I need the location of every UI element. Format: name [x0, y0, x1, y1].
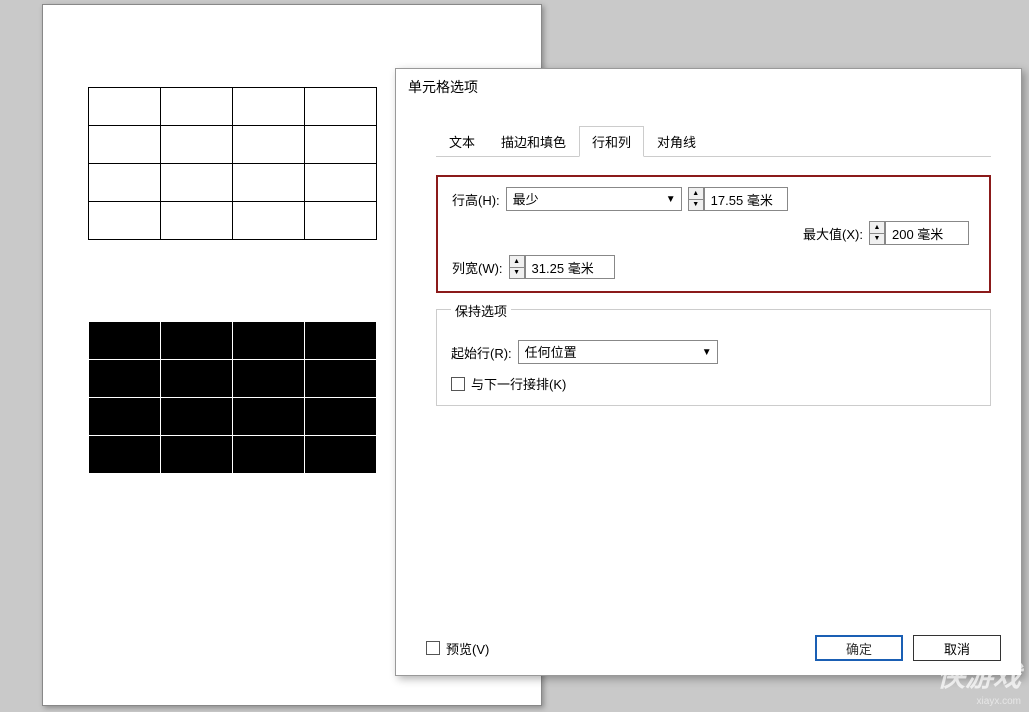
start-row-select[interactable]: 任何位置 [518, 340, 718, 364]
tab-diagonal[interactable]: 对角线 [644, 126, 709, 157]
sample-table-white [88, 87, 377, 240]
start-row-label: 起始行(R): [451, 343, 512, 362]
cell-options-dialog: 单元格选项 文本 描边和填色 行和列 对角线 行高(H): 最少 ▼ ▲▼ [395, 68, 1022, 676]
tabs: 文本 描边和填色 行和列 对角线 [436, 125, 991, 157]
ok-button[interactable]: 确定 [815, 635, 903, 661]
row-col-settings-highlight: 行高(H): 最少 ▼ ▲▼ 最大值(X): ▲▼ 列宽(W): ▲▼ [436, 175, 991, 293]
preview-checkbox[interactable] [426, 641, 440, 655]
dialog-title: 单元格选项 [396, 69, 1021, 105]
row-height-label: 行高(H): [452, 190, 500, 209]
tab-rows-cols[interactable]: 行和列 [579, 126, 644, 157]
row-height-input[interactable] [704, 187, 788, 211]
watermark-site: xiayx.com [937, 695, 1021, 708]
cancel-button[interactable]: 取消 [913, 635, 1001, 661]
col-width-spinner[interactable]: ▲▼ [509, 255, 525, 279]
sample-table-black [88, 321, 377, 474]
max-value-spinner[interactable]: ▲▼ [869, 221, 885, 245]
keep-options-group: 保持选项 起始行(R): 任何位置 ▼ 与下一行接排(K) [436, 309, 991, 406]
col-width-input[interactable] [525, 255, 615, 279]
row-height-spinner[interactable]: ▲▼ [688, 187, 704, 211]
max-value-input[interactable] [885, 221, 969, 245]
preview-label: 预览(V) [446, 639, 489, 658]
tab-stroke-fill[interactable]: 描边和填色 [488, 126, 579, 157]
col-width-label: 列宽(W): [452, 258, 503, 277]
keep-next-row-label: 与下一行接排(K) [471, 374, 566, 393]
tab-text[interactable]: 文本 [436, 126, 488, 157]
keep-options-legend: 保持选项 [451, 301, 511, 320]
keep-next-row-checkbox[interactable] [451, 377, 465, 391]
max-value-label: 最大值(X): [803, 224, 863, 243]
row-height-mode-select[interactable]: 最少 [506, 187, 682, 211]
